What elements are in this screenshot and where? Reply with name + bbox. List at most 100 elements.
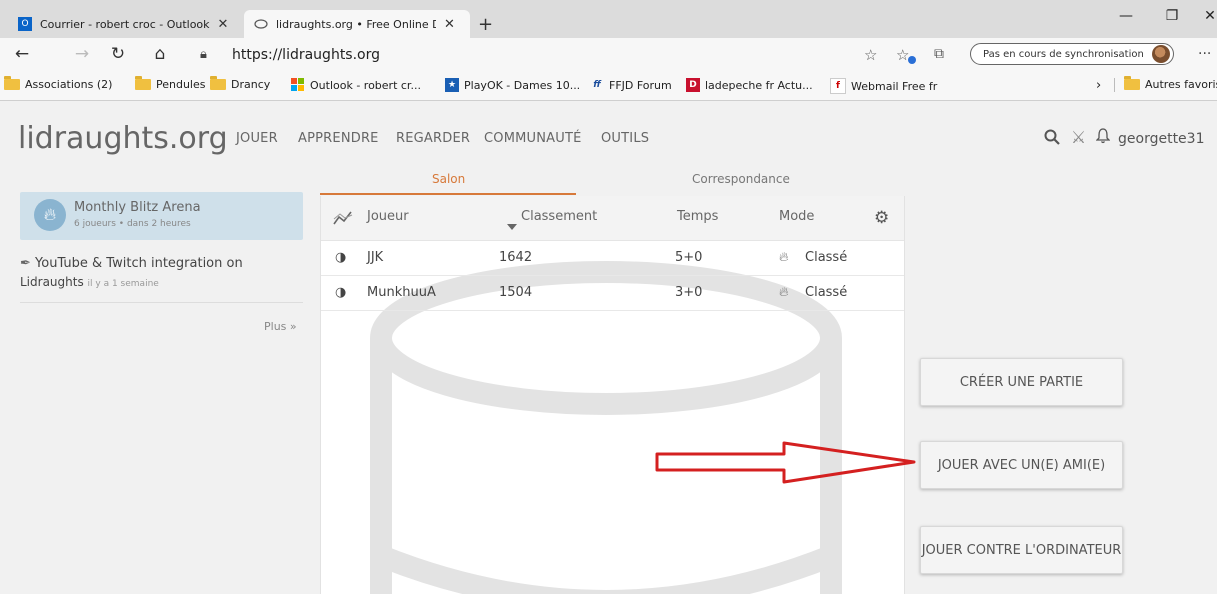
row-time: 5+0	[675, 250, 703, 265]
back-icon[interactable]: ←	[10, 44, 34, 64]
globe-icon	[254, 17, 268, 31]
bookmark-drancy[interactable]: Drancy	[210, 76, 271, 91]
windows-icon	[291, 78, 305, 92]
ladepeche-icon: D	[686, 78, 700, 92]
half-circle-icon: ◑	[335, 250, 347, 265]
header-player[interactable]: Joueur	[367, 209, 409, 224]
folder-icon	[210, 76, 226, 90]
row-mode: Classé	[805, 285, 848, 300]
bookmarks-divider	[1114, 78, 1115, 92]
close-tab-icon[interactable]: ✕	[444, 17, 455, 32]
sidebar-divider	[20, 302, 303, 303]
restore-icon[interactable]: ❐	[1162, 8, 1182, 24]
row-rating: 1504	[499, 285, 533, 300]
table-row[interactable]: ◑ JJK 1642 5+0 🔥︎ Classé	[321, 241, 904, 276]
header-mode[interactable]: Mode	[779, 209, 814, 224]
folder-icon	[1124, 76, 1140, 90]
nav-communaute[interactable]: COMMUNAUTÉ	[484, 131, 582, 146]
sync-button[interactable]: Pas en cours de synchronisation	[970, 43, 1174, 65]
blog-title-line2: Lidraughts	[20, 275, 84, 289]
blog-time: il y a 1 semaine	[87, 279, 159, 289]
table-row[interactable]: ◑ MunkhuuA 1504 3+0 🔥︎ Classé	[321, 276, 904, 311]
refresh-icon[interactable]: ↻	[106, 44, 130, 64]
collections-icon[interactable]: ⧉	[934, 46, 944, 62]
blog-post-link[interactable]: ✒ YouTube & Twitch integration on	[20, 256, 243, 271]
feather-icon: ✒	[20, 256, 31, 271]
close-window-icon[interactable]: ✕	[1200, 8, 1217, 24]
active-tab-indicator	[320, 193, 576, 195]
bookmark-label: Drancy	[231, 78, 271, 91]
row-player: MunkhuuA	[367, 285, 436, 300]
bookmarks-overflow-icon[interactable]: ›	[1096, 78, 1101, 93]
tab-title: lidraughts.org • Free Online Dra	[276, 17, 436, 31]
create-game-button[interactable]: CRÉER UNE PARTIE	[920, 358, 1123, 406]
bookmark-outlook[interactable]: Outlook - robert cr...	[291, 78, 421, 92]
gear-icon[interactable]: ⚙	[874, 208, 889, 228]
bookmark-label: Associations (2)	[25, 78, 113, 91]
favorites-badge	[908, 56, 916, 64]
play-computer-button[interactable]: JOUER CONTRE L'ORDINATEUR	[920, 526, 1123, 574]
favorite-star-icon[interactable]: ☆	[864, 46, 877, 64]
chart-icon[interactable]	[333, 210, 353, 230]
bell-icon[interactable]	[1095, 128, 1111, 149]
bookmark-label: ladepeche fr Actu...	[705, 78, 813, 92]
bookmark-playok[interactable]: ★ PlayOK - Dames 10...	[445, 78, 580, 92]
row-mode: Classé	[805, 250, 848, 265]
browser-tab-lidraughts[interactable]: lidraughts.org • Free Online Dra ✕	[244, 10, 470, 38]
url-field[interactable]: https://lidraughts.org	[232, 47, 380, 63]
lobby-panel: Joueur Classement Temps Mode ⚙ ◑ JJK 164…	[320, 196, 905, 594]
bookmark-ladepeche[interactable]: Dladepeche fr Actu...	[686, 78, 813, 92]
ffjd-icon: ff	[593, 80, 601, 90]
bookmark-associations[interactable]: Associations (2)	[4, 76, 113, 91]
nav-regarder[interactable]: REGARDER	[396, 131, 470, 146]
bookmark-pendules[interactable]: Pendules	[135, 76, 206, 91]
new-tab-icon[interactable]: +	[478, 14, 493, 35]
star-icon: ★	[445, 78, 459, 92]
more-icon[interactable]: ···	[1198, 46, 1211, 62]
outlook-icon: O	[18, 17, 32, 31]
folder-icon	[4, 76, 20, 90]
tab-salon[interactable]: Salon	[432, 172, 465, 186]
nav-apprendre[interactable]: APPRENDRE	[298, 131, 379, 146]
rated-flame-icon: 🔥︎	[779, 250, 789, 265]
bookmark-label: Webmail Free fr	[851, 79, 938, 93]
home-icon[interactable]: ⌂	[148, 44, 172, 64]
bookmark-other-favorites[interactable]: Autres favoris	[1124, 76, 1217, 91]
nav-outils[interactable]: OUTILS	[601, 131, 649, 146]
username-link[interactable]: georgette31	[1118, 131, 1204, 147]
tab-title: Courrier - robert croc - Outlook	[40, 17, 210, 31]
header-rating[interactable]: Classement	[521, 209, 597, 224]
tournament-card[interactable]: 🔥︎ Monthly Blitz Arena 6 joueurs • dans …	[20, 192, 303, 240]
more-link[interactable]: Plus »	[264, 320, 297, 333]
nav-jouer[interactable]: JOUER	[236, 131, 278, 146]
bookmark-ffjd[interactable]: ff FFJD Forum	[590, 78, 672, 92]
tab-correspondance[interactable]: Correspondance	[692, 172, 790, 186]
folder-icon	[135, 76, 151, 90]
search-icon[interactable]	[1044, 129, 1060, 149]
tournament-subtitle: 6 joueurs • dans 2 heures	[74, 219, 191, 229]
play-with-friend-button[interactable]: JOUER AVEC UN(E) AMI(E)	[920, 441, 1123, 489]
blog-post-line2[interactable]: Lidraughts il y a 1 semaine	[20, 275, 159, 289]
bookmark-label: Outlook - robert cr...	[310, 78, 421, 92]
sort-desc-icon	[507, 215, 517, 234]
minimize-icon[interactable]: —	[1116, 8, 1136, 24]
fire-icon: 🔥︎	[34, 199, 66, 231]
swords-icon[interactable]: ⚔	[1071, 128, 1086, 148]
row-player: JJK	[367, 250, 384, 265]
free-icon: f	[830, 78, 846, 94]
bookmark-label: FFJD Forum	[609, 78, 672, 92]
tournament-title: Monthly Blitz Arena	[74, 200, 201, 215]
bookmark-webmail-free[interactable]: f Webmail Free fr	[830, 78, 937, 94]
profile-avatar	[1152, 45, 1170, 63]
close-tab-icon[interactable]: ✕	[218, 17, 229, 32]
site-logo[interactable]: lidraughts.org	[18, 121, 228, 156]
forward-icon[interactable]: →	[70, 44, 94, 64]
browser-tab-outlook[interactable]: O Courrier - robert croc - Outlook ✕	[8, 10, 240, 38]
row-rating: 1642	[499, 250, 533, 265]
rated-flame-icon: 🔥︎	[779, 285, 789, 300]
header-time[interactable]: Temps	[677, 209, 718, 224]
blog-title-line1: YouTube & Twitch integration on	[35, 256, 243, 271]
bookmark-label: Autres favoris	[1145, 78, 1217, 91]
bookmark-label: Pendules	[156, 78, 206, 91]
red-arrow-annotation	[655, 441, 916, 484]
